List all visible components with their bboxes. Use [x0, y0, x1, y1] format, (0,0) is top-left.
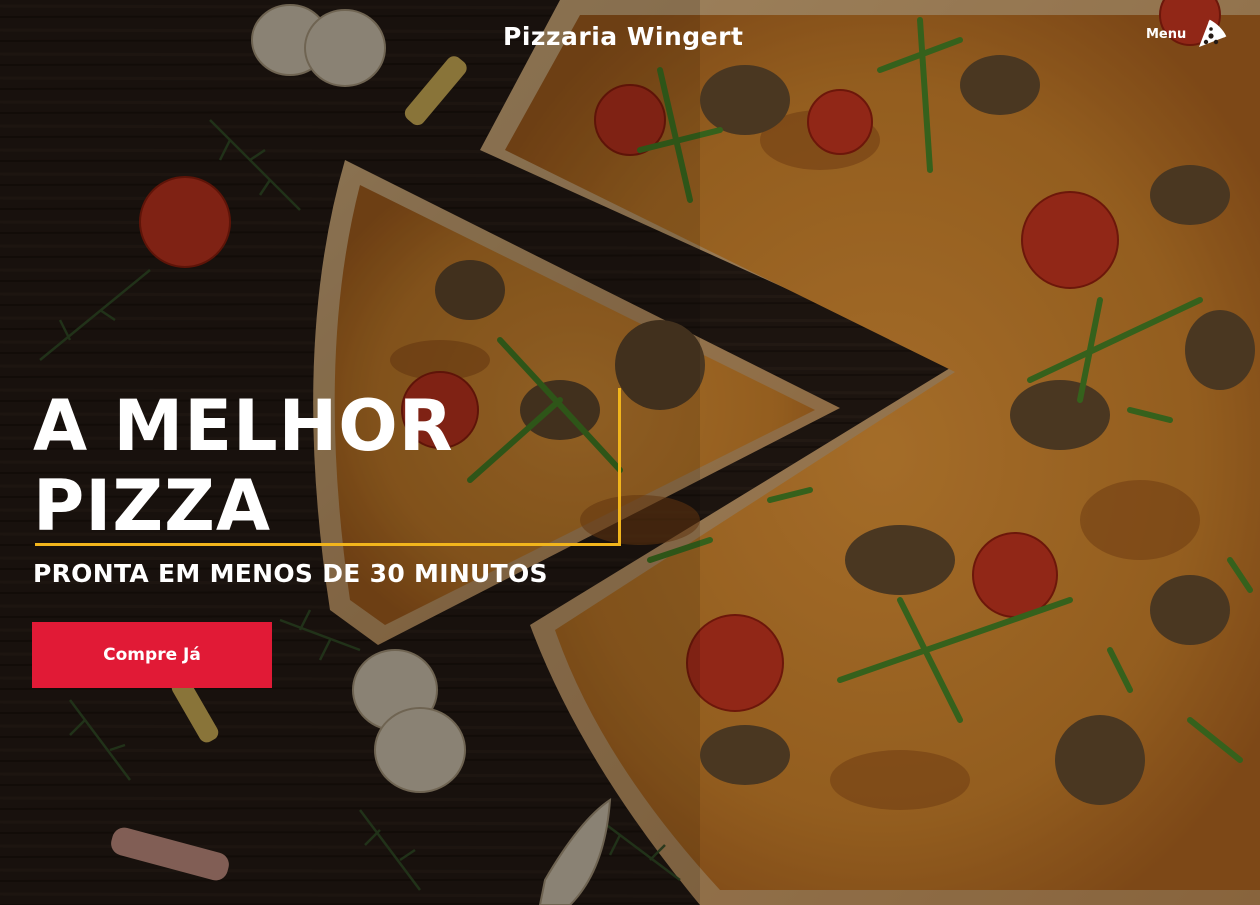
top-navigation: Pizzaria Wingert Menu: [0, 0, 1260, 80]
headline-accent-vertical: [618, 388, 621, 546]
menu-label: Menu: [1146, 26, 1187, 42]
menu-button[interactable]: Menu: [1146, 16, 1242, 52]
hero-headline: A MELHOR PIZZA: [33, 386, 623, 546]
buy-now-button[interactable]: Compre Já: [32, 622, 272, 688]
headline-accent-underline: [35, 543, 621, 546]
brand-logo-text[interactable]: Pizzaria Wingert: [503, 22, 763, 51]
pizza-slice-icon: [1199, 19, 1227, 47]
headline-line-2: PIZZA: [33, 465, 272, 547]
headline-line-1: A MELHOR: [33, 385, 454, 467]
hero-subtitle: PRONTA EM MENOS DE 30 MINUTOS: [33, 559, 548, 588]
